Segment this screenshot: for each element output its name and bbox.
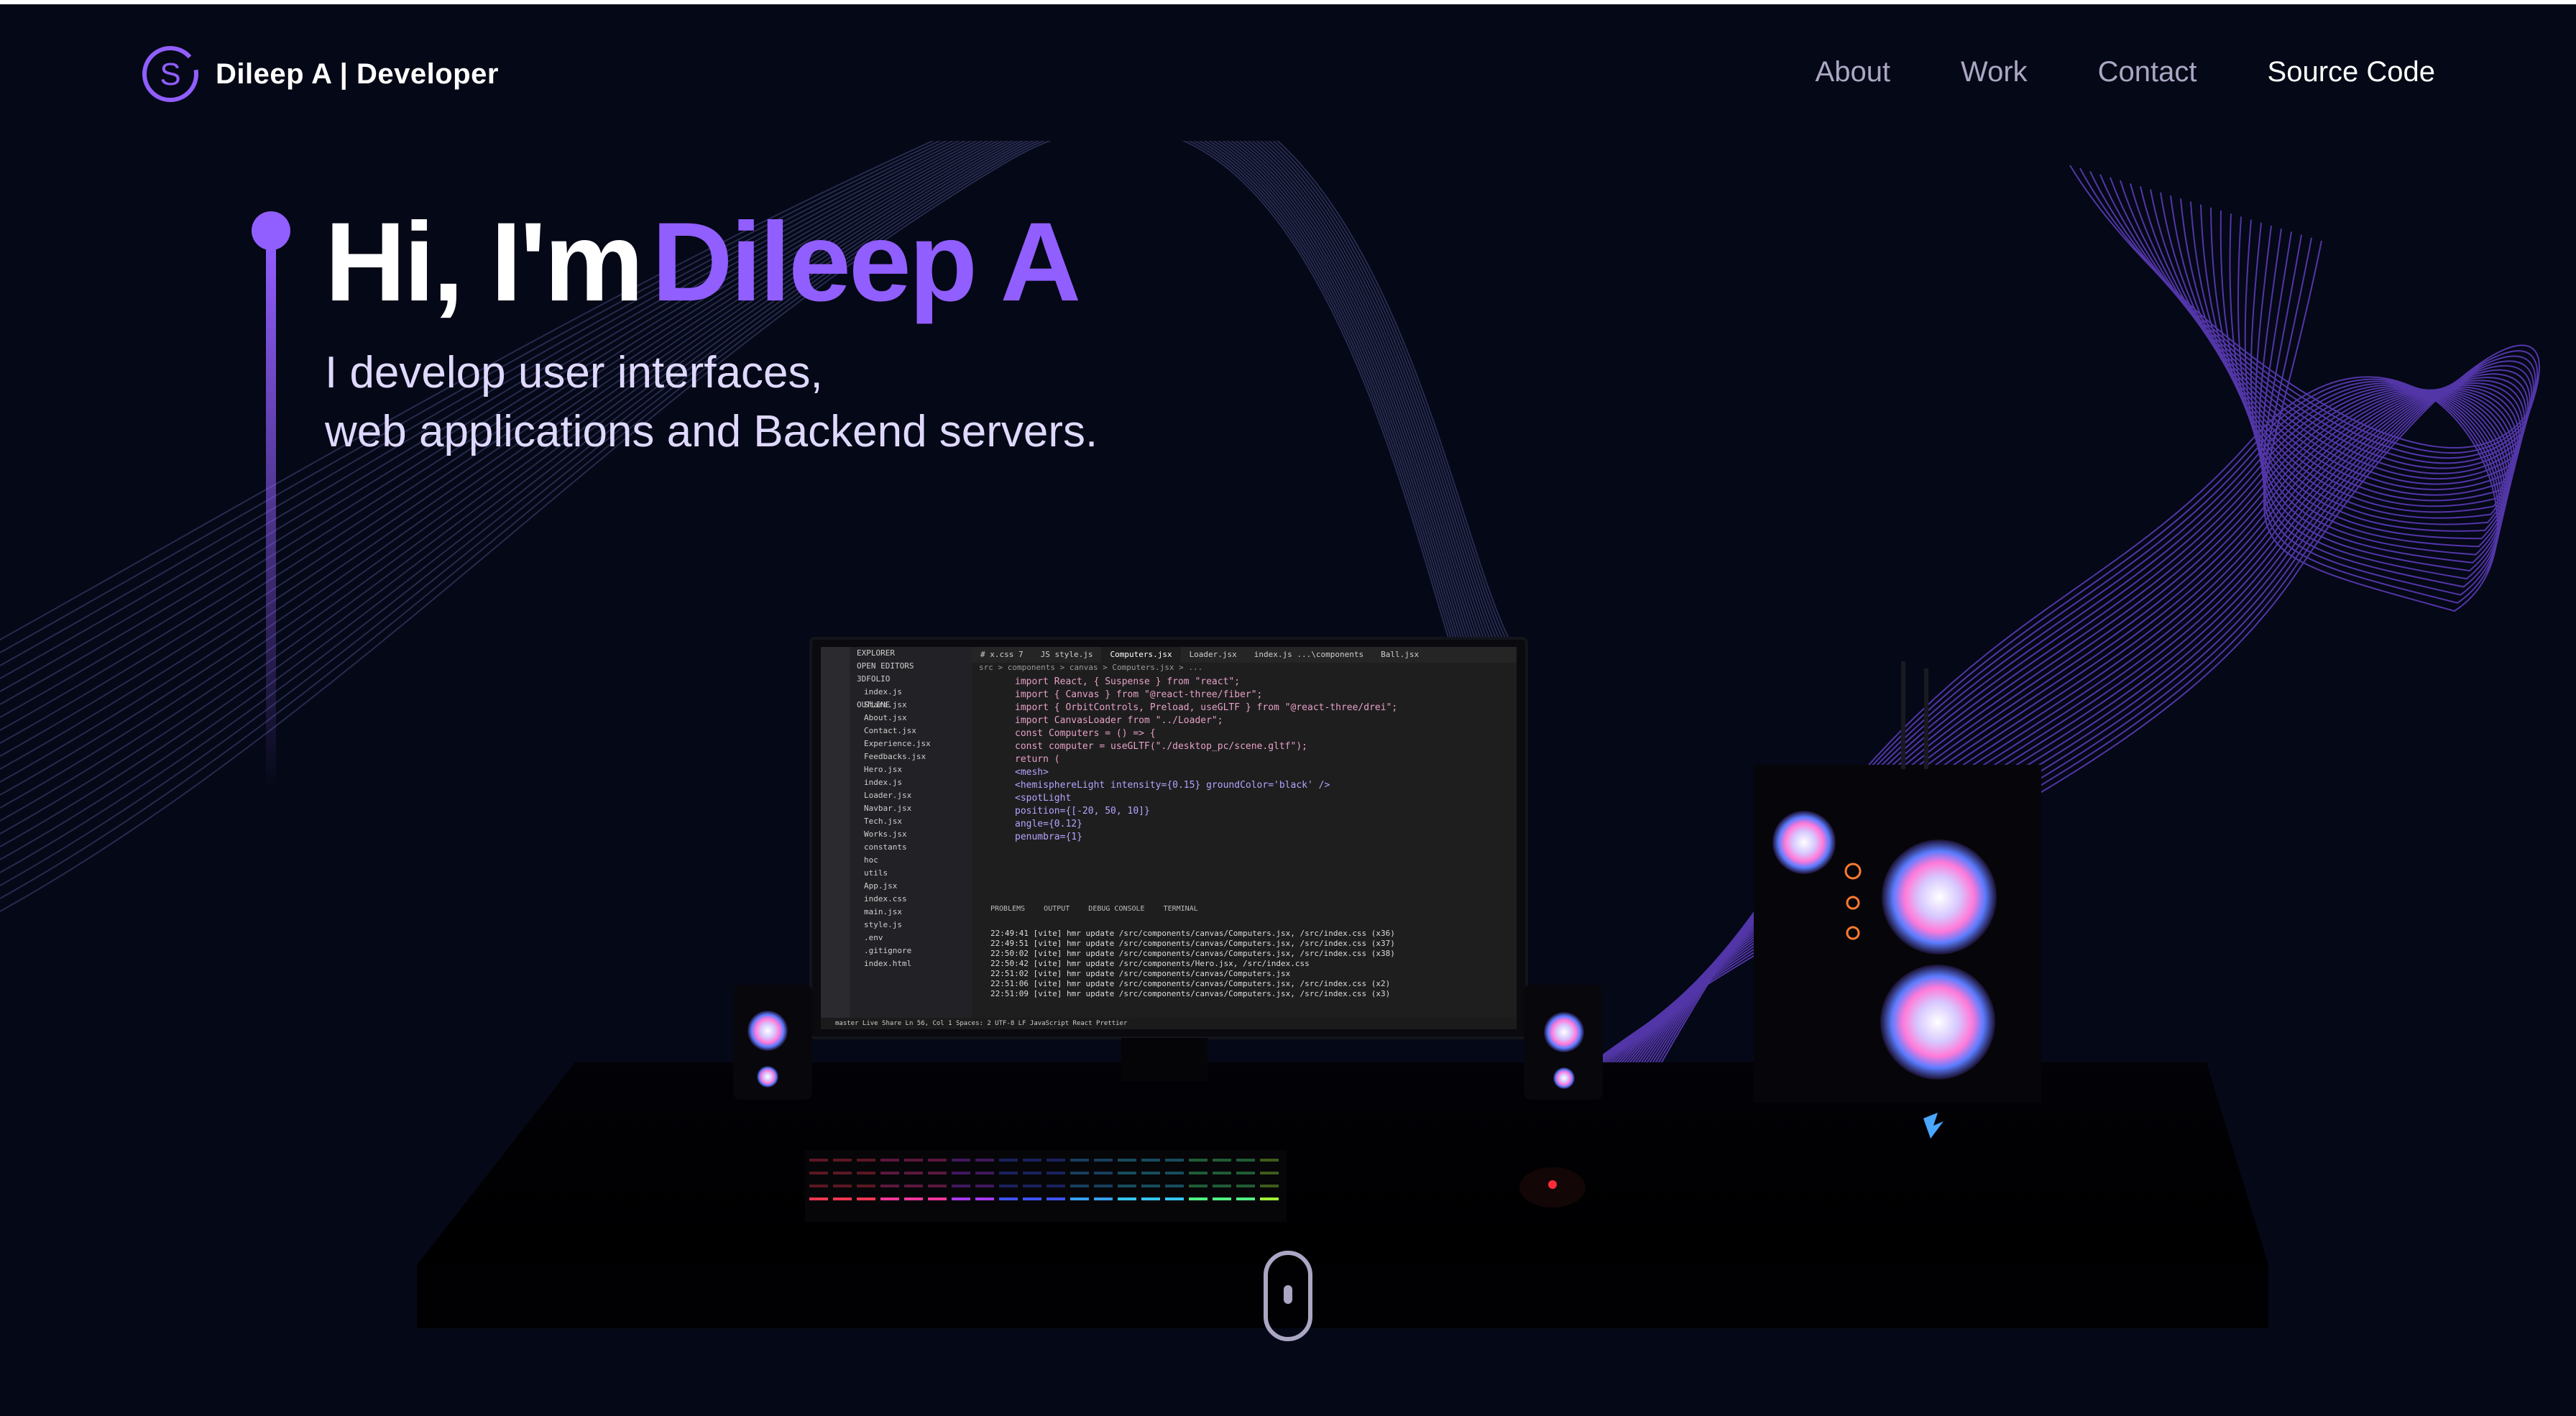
editor-tab[interactable]: index.js ...\components — [1246, 647, 1372, 663]
brand-name: Dileep A | Developer — [216, 58, 499, 90]
vscode-panel-tabs: PROBLEMS OUTPUT DEBUG CONSOLE TERMINAL — [972, 901, 1517, 917]
panel-tab[interactable]: DEBUG CONSOLE — [1088, 901, 1144, 917]
editor-tab[interactable]: # x.css 7 — [972, 647, 1032, 663]
vscode-terminal: 22:49:41 [vite] hmr update /src/componen… — [990, 929, 1517, 999]
terminal-line: 22:51:02 [vite] hmr update /src/componen… — [990, 969, 1291, 978]
code-line: import { OrbitControls, Preload, useGLTF… — [1015, 702, 1398, 713]
hero-timeline-line — [266, 244, 276, 791]
navbar: S Dileep A | Developer About Work Contac… — [0, 4, 2576, 141]
monitor-screen-vscode: EXPLORER OPEN EDITORS 3DFOLIO index.js St… — [821, 647, 1517, 1029]
explorer-file[interactable]: hoc — [857, 854, 972, 867]
project-folder[interactable]: 3DFOLIO — [850, 673, 972, 686]
code-line: const Computers = () => { — [1015, 728, 1156, 739]
explorer-file[interactable]: main.jsx — [857, 906, 972, 919]
explorer-file[interactable]: .gitignore — [857, 944, 972, 957]
nav-contact[interactable]: Contact — [2098, 56, 2197, 88]
vscode-status-bar: master Live Share Ln 56, Col 1 Spaces: 2… — [821, 1018, 1517, 1029]
code-line: import { Canvas } from "@react-three/fib… — [1015, 689, 1263, 700]
terminal-line: 22:51:06 [vite] hmr update /src/componen… — [990, 979, 1391, 988]
mouse-scroll-icon — [1284, 1285, 1292, 1304]
s-logo-icon: S — [142, 46, 198, 102]
explorer-file[interactable]: Hero.jsx — [857, 763, 972, 776]
code-line: import React, { Suspense } from "react"; — [1015, 676, 1241, 687]
explorer-file[interactable]: About.jsx — [857, 712, 972, 725]
terminal-line: 22:50:42 [vite] hmr update /src/componen… — [990, 959, 1310, 968]
explorer-file[interactable]: constants — [857, 841, 972, 854]
editor-tab[interactable]: Ball.jsx — [1372, 647, 1427, 663]
panel-tab[interactable]: TERMINAL — [1164, 901, 1198, 917]
explorer-file[interactable]: .env — [857, 932, 972, 944]
vscode-code: import React, { Suspense } from "react";… — [972, 676, 1517, 884]
explorer-file[interactable]: index.js — [857, 686, 972, 699]
vscode-activity-bar — [821, 647, 850, 1029]
nav-links: About Work Contact Source Code — [1816, 56, 2435, 88]
svg-text:S: S — [160, 57, 180, 92]
explorer-file[interactable]: Loader.jsx — [857, 789, 972, 802]
explorer-file[interactable]: Works.jsx — [857, 828, 972, 841]
terminal-line: 22:49:41 [vite] hmr update /src/componen… — [990, 929, 1395, 938]
explorer-file[interactable]: Experience.jsx — [857, 737, 972, 750]
explorer-file[interactable]: style.js — [857, 919, 972, 932]
hero-name: Dileep A — [651, 200, 1081, 325]
code-line: angle={0.12} — [1015, 819, 1082, 829]
explorer-file[interactable]: Navbar.jsx — [857, 802, 972, 815]
explorer-file[interactable]: utils — [857, 867, 972, 880]
explorer-file[interactable]: Feedbacks.jsx — [857, 750, 972, 763]
explorer-file[interactable]: index.html — [857, 957, 972, 970]
code-line: import CanvasLoader from "../Loader"; — [1015, 715, 1223, 726]
explorer-title: EXPLORER — [857, 648, 895, 658]
code-line: <mesh> — [1015, 767, 1049, 778]
hero-subtitle-line1: I develop user interfaces, — [325, 348, 823, 397]
nav-about[interactable]: About — [1816, 56, 1891, 88]
explorer-file[interactable]: index.css — [857, 893, 972, 906]
terminal-line: 22:51:09 [vite] hmr update /src/componen… — [990, 989, 1391, 998]
brand-link[interactable]: S Dileep A | Developer — [141, 45, 499, 104]
editor-tab[interactable]: JS style.js — [1032, 647, 1102, 663]
nav-source-code[interactable]: Source Code — [2268, 56, 2435, 88]
hero-greeting: Hi, I'm — [325, 200, 644, 325]
vscode-tabs: # x.css 7 JS style.js Computers.jsx Loader.… — [972, 647, 1517, 663]
terminal-line: 22:49:51 [vite] hmr update /src/componen… — [990, 939, 1395, 948]
explorer-file[interactable]: Contact.jsx — [857, 725, 972, 737]
panel-tab[interactable]: OUTPUT — [1044, 901, 1070, 917]
code-line: <spotLight — [1015, 793, 1072, 804]
code-line: const computer = useGLTF("./desktop_pc/s… — [1015, 741, 1307, 752]
vscode-explorer: EXPLORER OPEN EDITORS 3DFOLIO index.js St… — [850, 647, 972, 1018]
explorer-file[interactable]: App.jsx — [857, 880, 972, 893]
hero-title: Hi, I'mDileep A — [325, 194, 1081, 331]
editor-tab[interactable]: Computers.jsx — [1101, 647, 1181, 663]
editor-tab[interactable]: Loader.jsx — [1181, 647, 1246, 663]
hero-subtitle-line2: web applications and Backend servers. — [325, 407, 1098, 456]
nav-work[interactable]: Work — [1961, 56, 2028, 88]
explorer-file[interactable]: Tech.jsx — [857, 815, 972, 828]
vscode-breadcrumb: src > components > canvas > Computers.js… — [979, 663, 1203, 672]
code-line: return ( — [1015, 754, 1060, 765]
hero-subtitle: I develop user interfaces, web applicati… — [325, 344, 1098, 461]
open-editors[interactable]: OPEN EDITORS — [850, 660, 972, 673]
code-line: <hemisphereLight intensity={0.15} ground… — [1015, 780, 1330, 791]
scroll-indicator[interactable] — [1264, 1251, 1312, 1341]
terminal-line: 22:50:02 [vite] hmr update /src/componen… — [990, 949, 1395, 958]
code-line: penumbra={1} — [1015, 832, 1082, 842]
panel-tab[interactable]: PROBLEMS — [990, 901, 1025, 917]
code-line: position={[-20, 50, 10]} — [1015, 806, 1150, 817]
explorer-file[interactable]: index.js — [857, 776, 972, 789]
outline[interactable]: OUTLINE — [850, 699, 972, 712]
